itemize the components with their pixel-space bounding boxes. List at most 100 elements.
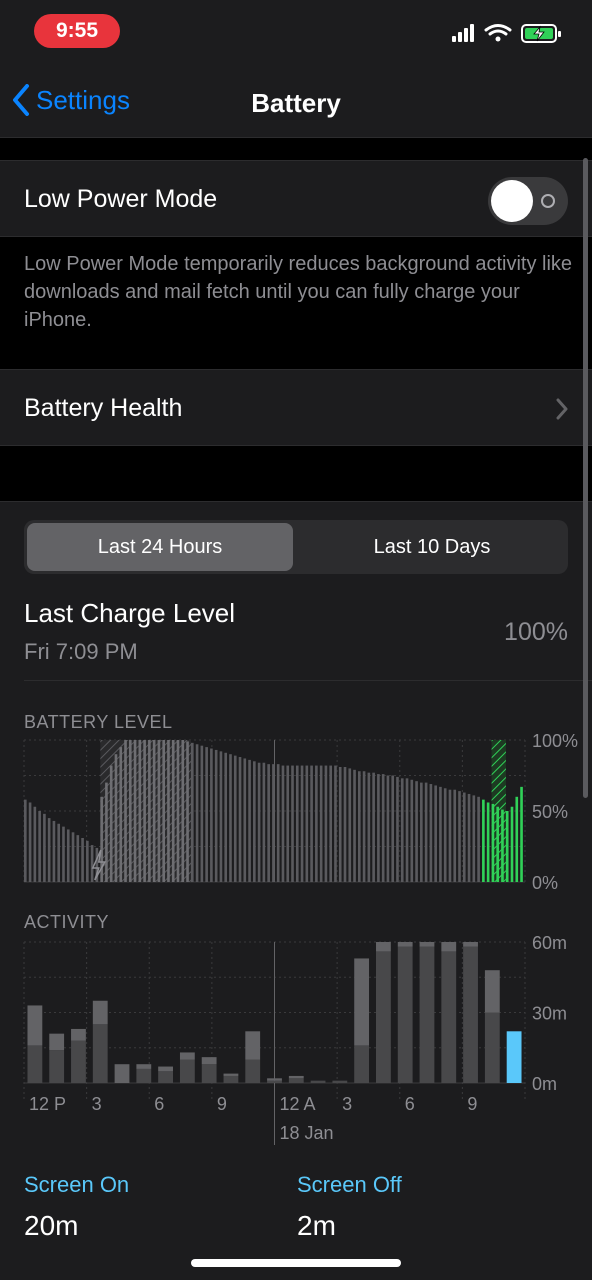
- activity-y-tick-label: 0m: [532, 1074, 557, 1094]
- battery-level-bar: [367, 772, 371, 882]
- activity-screen-off-bar: [92, 1000, 108, 1025]
- battery-level-bar: [343, 766, 347, 882]
- battery-level-bar: [329, 765, 332, 882]
- cellular-signal-icon: [452, 24, 474, 42]
- screen-on-value: 20m: [24, 1210, 79, 1241]
- battery-level-bar: [248, 759, 251, 882]
- activity-date-label: 18 Jan: [280, 1123, 334, 1143]
- battery-level-bar: [501, 809, 504, 882]
- battery-level-bar: [66, 829, 70, 882]
- activity-screen-off-bar: [245, 1031, 261, 1060]
- battery-level-bar: [81, 837, 84, 882]
- activity-screen-off-bar: [463, 942, 478, 947]
- battery-level-bar: [238, 757, 242, 882]
- battery-level-bar: [272, 764, 275, 882]
- status-time[interactable]: 9:55: [34, 14, 120, 48]
- battery-level-bar: [319, 765, 323, 882]
- activity-screen-on-bar: [49, 1050, 65, 1083]
- nav-bar: Settings Battery: [0, 60, 592, 138]
- activity-x-tick-label: 12 P: [29, 1094, 66, 1114]
- battery-level-bar: [486, 802, 490, 882]
- toggle-knob: [491, 180, 533, 222]
- battery-level-bar: [86, 840, 89, 882]
- battery-level-bar: [467, 793, 471, 882]
- battery-level-bar: [348, 768, 352, 882]
- battery-level-bar: [109, 765, 113, 882]
- activity-screen-on-bar: [354, 1045, 370, 1083]
- battery-level-bar: [167, 740, 170, 882]
- activity-screen-off-bar: [506, 1031, 522, 1083]
- activity-screen-on-bar: [376, 951, 391, 1083]
- battery-level-bar: [405, 778, 409, 882]
- battery-level-bar: [410, 779, 414, 882]
- activity-screen-off-bar: [27, 1005, 43, 1046]
- battery-level-bar: [496, 806, 499, 882]
- activity-screen-off-bar: [419, 942, 435, 947]
- battery-level-bar: [310, 765, 313, 882]
- battery-level-bar: [143, 740, 146, 882]
- battery-usage-panel: Last 24 Hours Last 10 Days Last Charge L…: [0, 501, 592, 1280]
- battery-level-bar: [400, 778, 404, 882]
- battery-level-bar: [362, 771, 366, 882]
- battery-level-bar: [186, 741, 189, 882]
- battery-level-bar: [377, 774, 380, 882]
- battery-level-bar: [482, 799, 485, 882]
- activity-screen-off-bar: [114, 1064, 130, 1083]
- activity-screen-on-bar: [397, 946, 413, 1083]
- battery-level-bar: [396, 776, 399, 882]
- activity-screen-on-bar: [463, 946, 478, 1083]
- battery-level-bar: [90, 845, 94, 882]
- activity-screen-on-bar: [201, 1064, 217, 1083]
- battery-level-bar: [276, 764, 280, 882]
- battery-level-bar: [214, 749, 218, 882]
- battery-level-bar: [229, 754, 232, 882]
- activity-screen-off-bar: [441, 942, 457, 952]
- activity-screen-off-bar: [484, 970, 500, 1013]
- low-power-mode-toggle[interactable]: [488, 177, 568, 225]
- battery-level-bar: [138, 740, 142, 882]
- battery-level-bar: [281, 765, 285, 882]
- battery-level-bar: [162, 740, 165, 882]
- status-icons: [452, 22, 570, 46]
- battery-level-bar: [191, 742, 194, 882]
- activity-screen-on-bar: [136, 1068, 152, 1083]
- battery-level-bar: [315, 765, 318, 882]
- page-title: Battery: [251, 88, 341, 118]
- activity-screen-off-bar: [158, 1066, 173, 1072]
- battery-level-bar: [477, 796, 480, 882]
- status-bar: 9:55: [0, 0, 592, 60]
- activity-screen-on-bar: [223, 1075, 239, 1083]
- home-indicator[interactable]: [191, 1259, 401, 1267]
- activity-screen-off-bar: [223, 1073, 239, 1076]
- battery-level-bar: [243, 758, 247, 882]
- battery-level-bar: [148, 740, 151, 882]
- battery-health-row[interactable]: Battery Health: [0, 369, 592, 446]
- activity-screen-on-bar: [158, 1071, 173, 1083]
- screen-off-legend-label: Screen Off: [297, 1172, 402, 1197]
- battery-level-bar: [71, 832, 75, 882]
- battery-level-bar: [462, 792, 466, 882]
- activity-screen-on-bar: [332, 1080, 348, 1083]
- activity-screen-on-bar: [71, 1040, 86, 1083]
- activity-screen-on-bar: [484, 1012, 500, 1083]
- battery-level-bar: [353, 769, 356, 882]
- activity-screen-on-bar: [27, 1045, 43, 1083]
- battery-level-bar: [434, 785, 437, 882]
- battery-level-bar: [415, 781, 418, 882]
- battery-level-bar: [128, 740, 132, 882]
- activity-x-tick-label: 12 A: [280, 1094, 316, 1114]
- low-power-mode-label: Low Power Mode: [24, 185, 218, 213]
- low-power-mode-row: Low Power Mode: [0, 160, 592, 237]
- scrollbar[interactable]: [583, 158, 588, 798]
- battery-level-bar: [133, 740, 137, 882]
- battery-level-bar: [510, 806, 514, 882]
- battery-level-bar: [119, 747, 123, 882]
- battery-level-bar: [291, 765, 294, 882]
- battery-level-bar: [453, 789, 457, 882]
- battery-level-bar: [47, 818, 51, 882]
- battery-level-bar: [391, 775, 395, 882]
- activity-x-tick-label: 9: [217, 1094, 227, 1114]
- activity-screen-off-bar: [201, 1057, 217, 1065]
- battery-level-bar: [300, 765, 304, 882]
- battery-level-bar: [424, 782, 428, 882]
